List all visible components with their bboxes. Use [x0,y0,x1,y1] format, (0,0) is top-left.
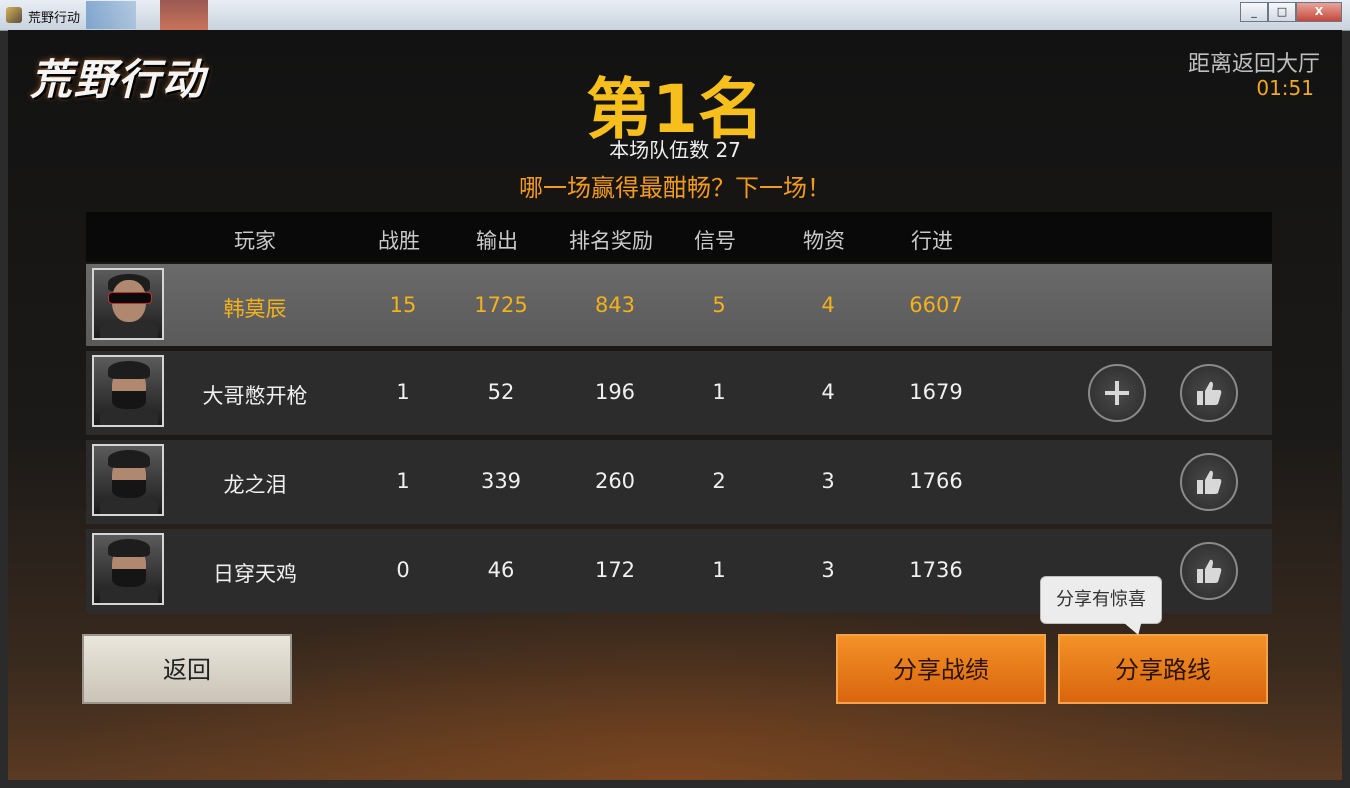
thumbs-up-icon [1197,559,1222,583]
table-row: 大哥憋开枪 1 52 196 1 4 1679 [86,351,1272,435]
signal-value: 5 [712,293,726,317]
kills-value: 0 [396,558,410,582]
supplies-value: 4 [821,380,835,404]
travel-value: 1736 [909,558,963,582]
header-supplies: 物资 [803,229,845,253]
share-stats-button[interactable]: 分享战绩 [836,634,1046,704]
title-bar: 荒野行动 _ □ X [0,0,1350,31]
taskbar-thumbnail [86,1,136,29]
table-row: 龙之泪 1 339 260 2 3 1766 [86,440,1272,524]
damage-value: 52 [487,380,515,404]
travel-value: 1679 [909,380,963,404]
signal-value: 1 [712,380,726,404]
supplies-value: 3 [821,558,835,582]
like-button[interactable] [1180,542,1238,600]
kills-value: 1 [396,469,410,493]
signal-value: 1 [712,558,726,582]
damage-value: 46 [487,558,515,582]
travel-value: 6607 [909,293,963,317]
supplies-value: 3 [821,469,835,493]
avatar[interactable] [92,533,164,605]
kills-value: 1 [396,380,410,404]
rank-reward-value: 843 [594,293,636,317]
like-button[interactable] [1180,364,1238,422]
table-row: 韩莫辰 15 1725 843 5 4 6607 [86,264,1272,346]
window-title: 荒野行动 [28,11,81,26]
thumbs-up-icon [1197,381,1222,405]
avatar[interactable] [92,355,164,427]
header-travel: 行进 [911,229,953,253]
damage-value: 339 [480,469,522,493]
slogan: 哪一场赢得最酣畅？下一场！ [519,174,831,202]
player-name: 龙之泪 [223,473,287,497]
table-header: 玩家 战胜 输出 排名奖励 信号 物资 行进 [86,212,1272,262]
header-signal: 信号 [694,229,736,253]
rank-reward-value: 172 [594,558,636,582]
header-damage: 输出 [476,229,518,253]
taskbar-thumbnail [160,0,208,30]
rank-reward-value: 260 [594,469,636,493]
add-friend-button[interactable] [1088,364,1146,422]
game-window: 荒野行动 _ □ X 荒野行动 距离返回大厅 01:51 第1名 本场队伍数 2… [0,0,1350,788]
app-icon [6,7,22,23]
header-kills: 战胜 [378,229,420,253]
maximize-button[interactable]: □ [1268,2,1296,22]
player-name: 韩莫辰 [223,297,287,321]
damage-value: 1725 [474,293,528,317]
player-name: 大哥憋开枪 [202,384,308,408]
plus-icon [1105,381,1129,405]
result-screen: 荒野行动 距离返回大厅 01:51 第1名 本场队伍数 27 哪一场赢得最酣畅？… [8,30,1342,780]
header-player: 玩家 [234,229,276,253]
avatar[interactable] [92,444,164,516]
share-route-button[interactable]: 分享路线 [1058,634,1268,704]
header-rank-reward: 排名奖励 [569,229,653,253]
close-button[interactable]: X [1296,2,1342,22]
scoreboard-table: 玩家 战胜 输出 排名奖励 信号 物资 行进 韩莫辰 15 1725 843 5… [86,212,1272,613]
back-button[interactable]: 返回 [82,634,292,704]
minimize-button[interactable]: _ [1240,2,1268,22]
thumbs-up-icon [1197,470,1222,494]
like-button[interactable] [1180,453,1238,511]
signal-value: 2 [712,469,726,493]
avatar[interactable] [92,268,164,340]
supplies-value: 4 [821,293,835,317]
travel-value: 1766 [909,469,963,493]
rank-reward-value: 196 [594,380,636,404]
player-name: 日穿天鸡 [213,562,297,586]
kills-value: 15 [389,293,417,317]
team-count: 本场队伍数 27 [609,138,741,162]
share-tooltip: 分享有惊喜 [1040,576,1162,624]
